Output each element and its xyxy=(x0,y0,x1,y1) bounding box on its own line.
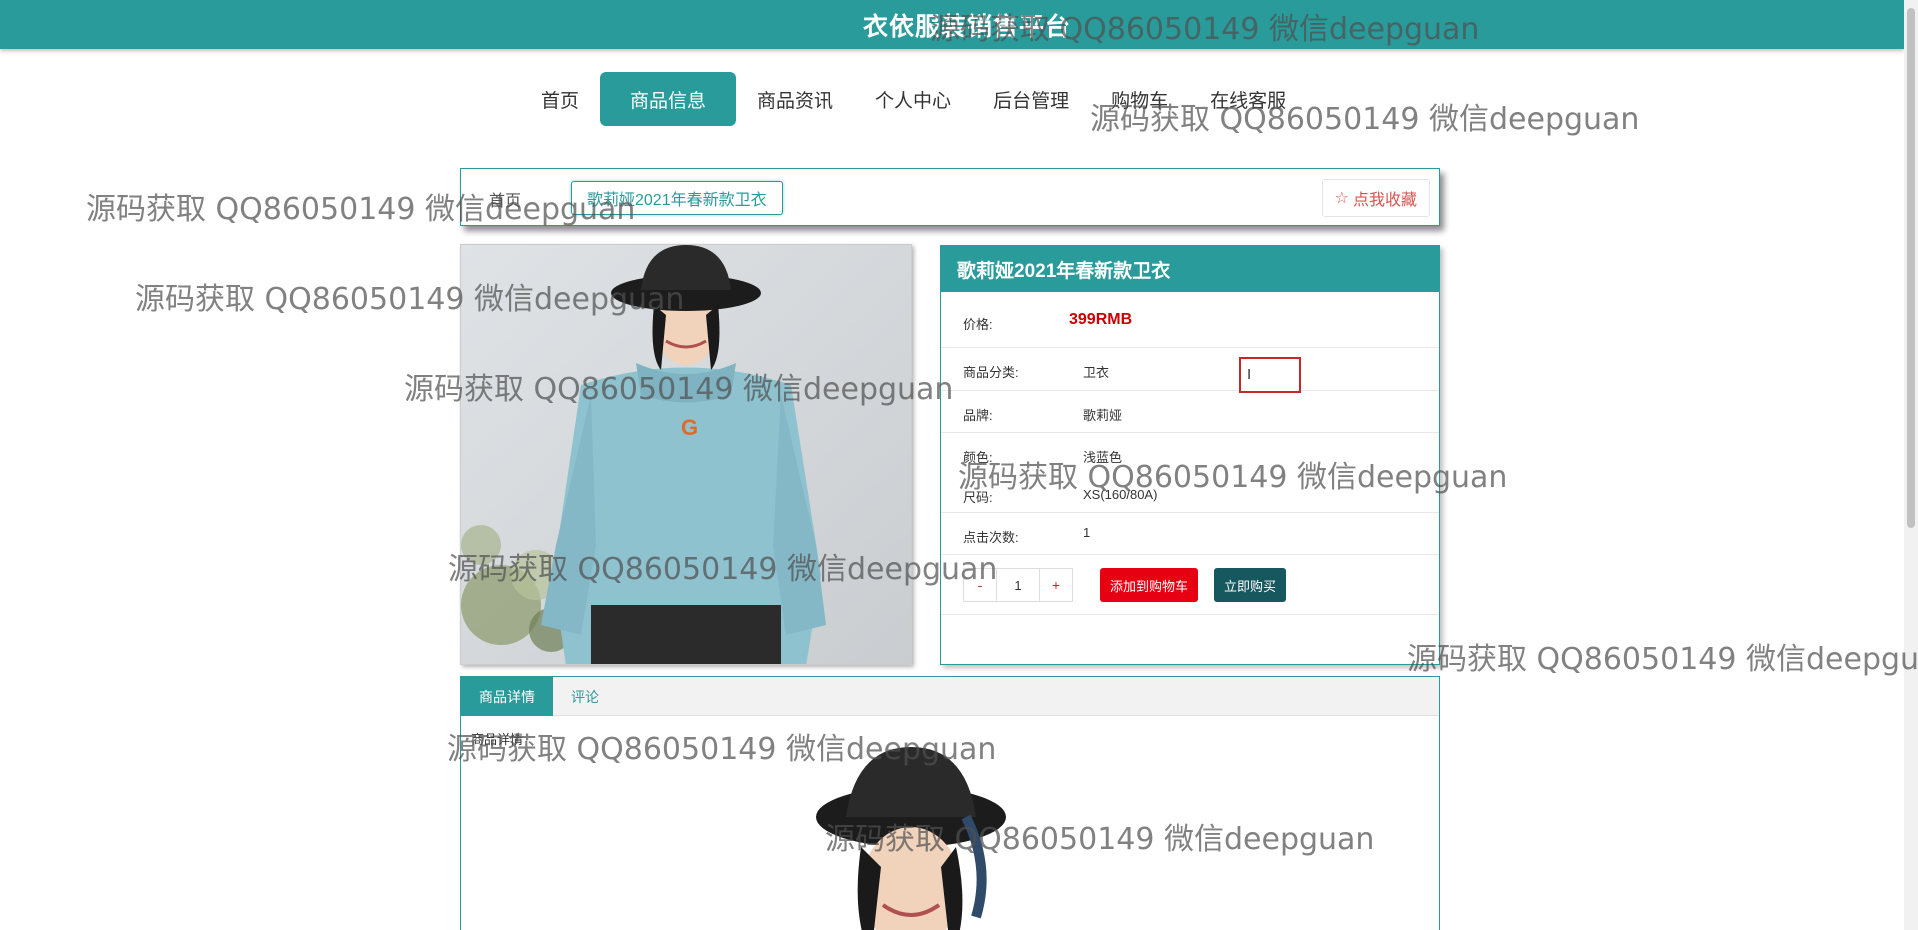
brand-value: 歌莉娅 xyxy=(1083,408,1123,423)
tabs-header: 商品详情 评论 xyxy=(461,677,1439,716)
product-image: G xyxy=(460,244,912,665)
buy-now-button[interactable]: 立即购买 xyxy=(1214,568,1287,602)
nav-item-admin[interactable]: 后台管理 xyxy=(972,72,1090,126)
watermark: 源码获取 QQ86050149 微信deepguan xyxy=(1407,642,1918,677)
category-row: 商品分类: 卫衣 xyxy=(941,348,1439,391)
quantity-minus-button[interactable]: - xyxy=(963,568,997,602)
tab-details[interactable]: 商品详情 xyxy=(461,677,553,716)
breadcrumb: 首页 歌莉娅2021年春新款卫衣 ☆ 点我收藏 xyxy=(460,168,1440,226)
breadcrumb-home-link[interactable]: 首页 xyxy=(489,187,521,211)
details-heading: 商品详情 xyxy=(471,732,524,747)
favorite-button-label: 点我收藏 xyxy=(1352,192,1417,209)
nav-item-news[interactable]: 商品资讯 xyxy=(736,72,854,126)
nav-item-support[interactable]: 在线客服 xyxy=(1189,72,1307,126)
quantity-plus-button[interactable]: + xyxy=(1039,568,1073,602)
clicks-label: 点击次数: xyxy=(963,530,1019,545)
site-title: 衣依服装销售平台 xyxy=(862,12,1071,41)
add-to-cart-button[interactable]: 添加到购物车 xyxy=(1100,568,1199,602)
brand-row: 品牌: 歌莉娅 xyxy=(941,391,1439,433)
product-title: 歌莉娅2021年春新款卫衣 xyxy=(941,246,1439,292)
category-label: 商品分类: xyxy=(963,365,1019,380)
clicks-row: 点击次数: 1 xyxy=(941,513,1439,555)
size-label: 尺码: xyxy=(963,490,993,505)
text-cursor-icon: I xyxy=(1247,366,1252,383)
tab-comments[interactable]: 评论 xyxy=(553,677,617,716)
price-value: 399RMB xyxy=(1069,311,1133,328)
top-header-bar: 衣依服装销售平台 xyxy=(0,0,1904,49)
product-photo: G xyxy=(461,245,911,664)
quantity-stepper: - + xyxy=(963,568,1073,602)
size-value: XS(160/80A) xyxy=(1083,487,1158,502)
product-tabs: 商品详情 评论 商品详情 xyxy=(460,676,1440,930)
favorite-button[interactable]: ☆ 点我收藏 xyxy=(1321,179,1430,217)
clicks-value: 1 xyxy=(1083,525,1091,540)
vertical-scrollbar[interactable] xyxy=(1904,0,1918,930)
scrollbar-thumb[interactable] xyxy=(1907,8,1915,528)
nav-item-products[interactable]: 商品信息 xyxy=(600,72,737,126)
nav-item-home[interactable]: 首页 xyxy=(520,72,600,126)
main-nav: 首页 商品信息 商品资讯 个人中心 后台管理 购物车 在线客服 xyxy=(520,72,1307,126)
nav-item-profile[interactable]: 个人中心 xyxy=(854,72,972,126)
star-icon: ☆ xyxy=(1334,190,1349,207)
color-size-row: 颜色: 浅蓝色 尺码: XS(160/80A) xyxy=(941,433,1439,513)
svg-text:G: G xyxy=(681,415,698,440)
category-value: 卫衣 xyxy=(1083,365,1110,380)
nav-item-cart[interactable]: 购物车 xyxy=(1090,72,1189,126)
price-row: 价格: 399RMB xyxy=(941,292,1439,348)
quantity-input[interactable] xyxy=(997,568,1039,602)
brand-label: 品牌: xyxy=(963,408,993,423)
annotation-box: I xyxy=(1239,357,1301,393)
color-label: 颜色: xyxy=(963,450,993,465)
detail-photo xyxy=(816,747,1006,930)
product-info-panel: 歌莉娅2021年春新款卫衣 价格: 399RMB 商品分类: 卫衣 品牌: 歌莉… xyxy=(940,245,1440,665)
color-value: 浅蓝色 xyxy=(1083,450,1123,465)
price-label: 价格: xyxy=(963,317,993,332)
breadcrumb-current: 歌莉娅2021年春新款卫衣 xyxy=(571,181,783,215)
